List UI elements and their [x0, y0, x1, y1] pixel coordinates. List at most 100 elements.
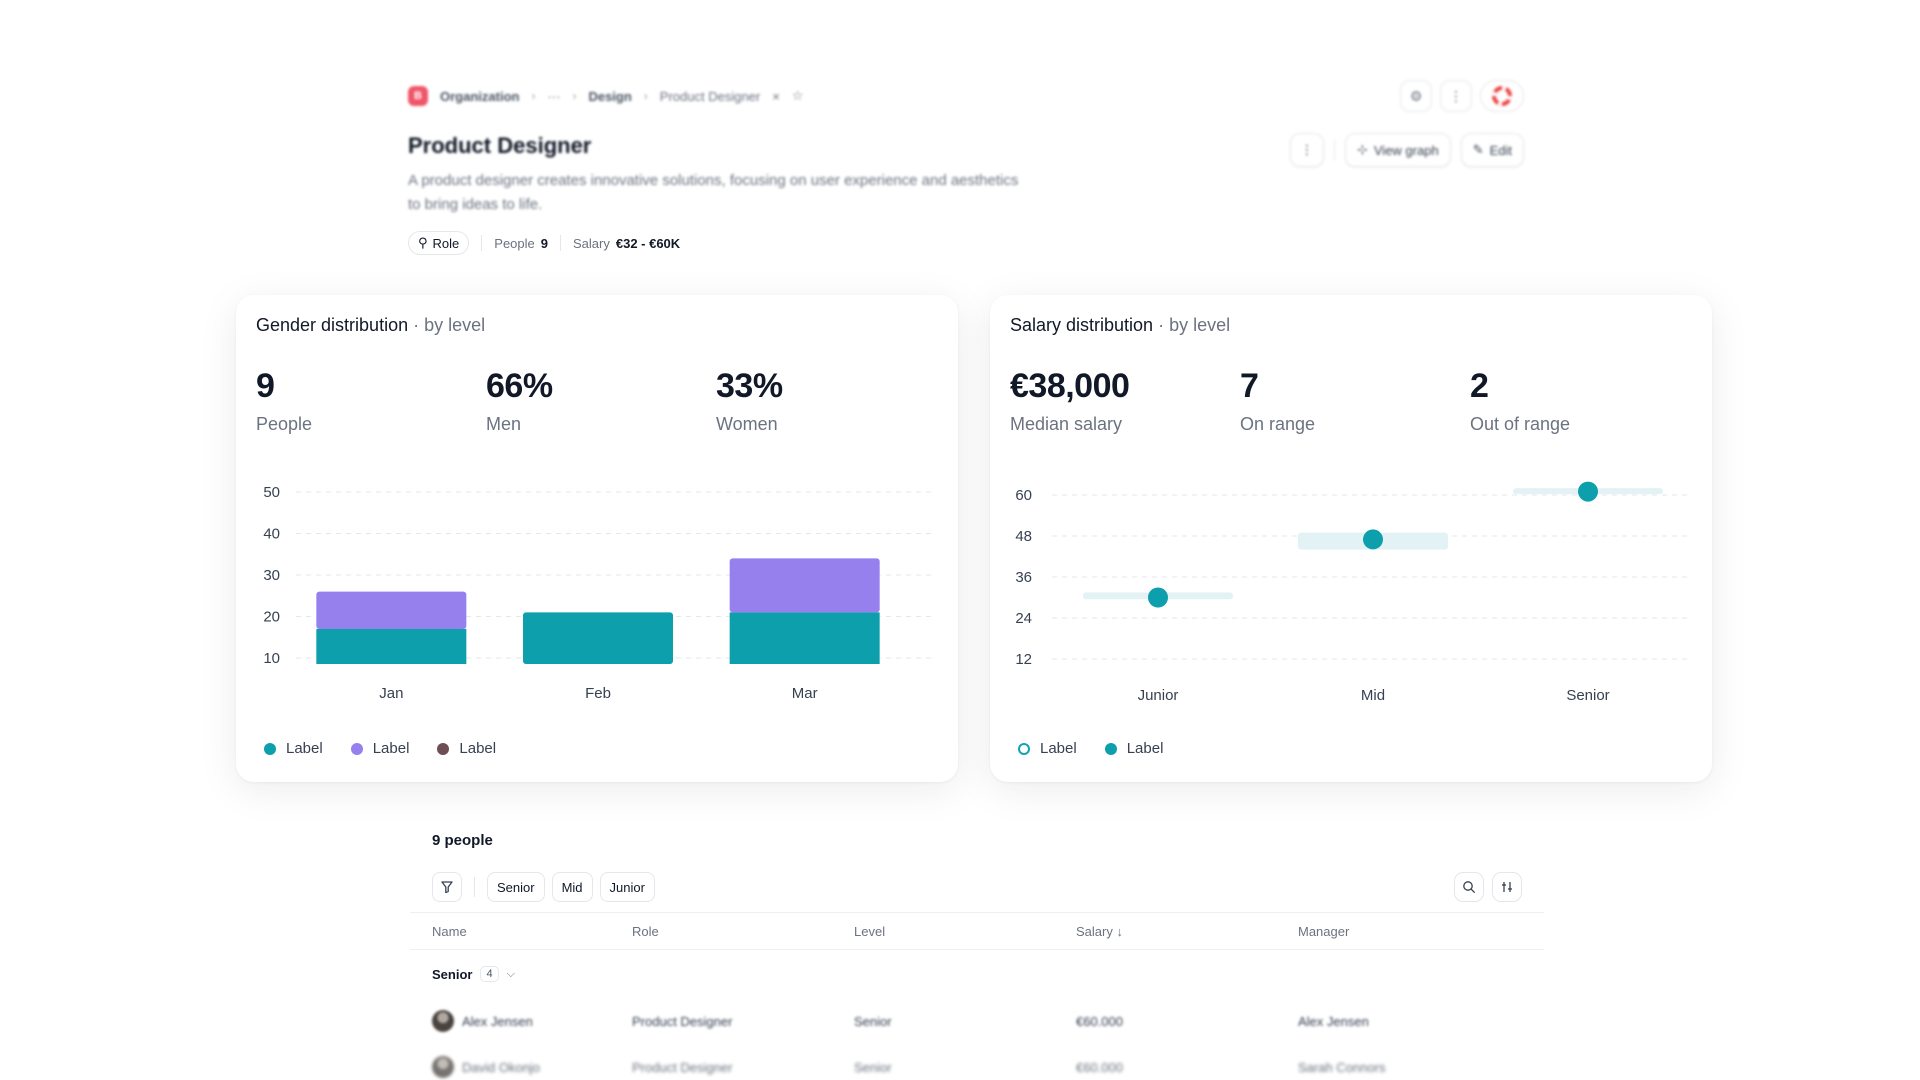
salary-stats: €38,000 Median salary 7 On range 2 Out o…	[1010, 367, 1700, 435]
header-actions: ⋮ ⊹ View graph ✎ Edit	[1289, 133, 1524, 167]
edit-label: Edit	[1489, 142, 1512, 158]
salary-value: €32 - €60K	[615, 235, 681, 251]
filter-icon[interactable]	[432, 872, 462, 902]
org-logo[interactable]: B	[408, 86, 428, 106]
group-row-senior[interactable]: Senior 4 ⌵	[410, 950, 1544, 998]
help-lifebuoy-icon[interactable]	[1480, 80, 1524, 112]
filter-chip-senior[interactable]: Senior	[487, 872, 545, 902]
stat-on-range: 7 On range	[1240, 367, 1470, 435]
filter-chip-mid[interactable]: Mid	[551, 872, 593, 902]
avatar	[432, 1010, 454, 1032]
cell-role: Product Designer	[632, 1059, 733, 1075]
adjustments-icon[interactable]	[1492, 872, 1522, 902]
stat-men: 66% Men	[486, 367, 716, 435]
legend-item[interactable]: Label	[350, 740, 410, 757]
role-chip-label: Role	[432, 235, 460, 251]
chevron-right-icon: ›	[531, 89, 536, 103]
cell-salary: €60.000	[1076, 1013, 1123, 1029]
cell-manager: Alex Jensen	[1298, 1013, 1369, 1029]
legend-dot	[264, 742, 276, 755]
settings-icon[interactable]: ⚙	[1400, 80, 1432, 112]
legend-dot	[437, 742, 450, 755]
stat-out-of-range: 2 Out of range	[1470, 367, 1700, 435]
legend-label: Label	[372, 740, 410, 757]
person-name: David Okonjo	[462, 1059, 541, 1075]
chevron-right-icon: ›	[572, 89, 577, 103]
bar-segment	[316, 628, 467, 664]
x-tick-label: Junior	[1138, 687, 1179, 704]
gender-legend: Label Label Label	[264, 740, 496, 757]
table-row[interactable]: David Okonjo Product Designer Senior €60…	[410, 1044, 1544, 1080]
chevron-right-icon: ›	[643, 89, 648, 103]
legend-item[interactable]: Label	[437, 740, 496, 757]
salary-legend: Label Label	[1018, 740, 1163, 757]
column-role[interactable]: Role	[632, 924, 854, 939]
salary-card-title: Salary distribution	[1010, 315, 1154, 335]
chevron-down-icon[interactable]: ⌵	[507, 968, 515, 981]
funnel-icon	[441, 881, 453, 894]
card-title: Gender distribution · by level	[256, 315, 485, 336]
magnifier-icon	[1463, 881, 1475, 893]
gender-card-title: Gender distribution	[256, 315, 409, 335]
edit-button[interactable]: ✎ Edit	[1460, 133, 1524, 167]
group-count-badge: 4	[480, 966, 499, 982]
cell-salary: €60.000	[1076, 1059, 1123, 1075]
column-salary[interactable]: Salary ↓	[1076, 924, 1298, 939]
sliders-icon	[1502, 882, 1512, 892]
data-point	[1363, 529, 1383, 550]
role-chip[interactable]: ⚲ Role	[408, 231, 470, 255]
bar-segment	[316, 591, 467, 629]
divider	[1333, 140, 1335, 160]
breadcrumb-org[interactable]: Organization	[440, 89, 519, 104]
gender-card-subtitle: · by level	[413, 315, 486, 335]
legend-dot-outline	[1018, 742, 1030, 755]
bar-segment	[729, 558, 880, 613]
filter-chip-junior[interactable]: Junior	[599, 872, 655, 902]
people-meta: People 9	[494, 236, 548, 251]
stat-median-salary: €38,000 Median salary	[1010, 367, 1240, 435]
stat-value: 7	[1240, 367, 1259, 405]
card-title: Salary distribution · by level	[1010, 315, 1230, 336]
breadcrumb-design[interactable]: Design	[588, 89, 631, 104]
cell-name: Alex Jensen	[410, 1010, 632, 1032]
breadcrumb-current: Product Designer	[659, 88, 761, 104]
legend-item[interactable]: Label	[1018, 740, 1077, 757]
salary-distribution-card: Salary distribution · by level €38,000 M…	[990, 295, 1712, 782]
legend-item[interactable]: Label	[1104, 740, 1163, 757]
more-button[interactable]: ⋮	[1289, 133, 1324, 167]
x-tick-label: Feb	[585, 685, 611, 702]
cell-level: Senior	[854, 1013, 892, 1029]
top-bar: B Organization › ··· › Design › Product …	[408, 78, 1524, 114]
close-icon[interactable]: ×	[772, 89, 780, 104]
stat-label: Out of range	[1470, 414, 1571, 434]
breadcrumb: B Organization › ··· › Design › Product …	[408, 86, 804, 106]
column-manager[interactable]: Manager	[1298, 924, 1520, 939]
stat-label: Men	[486, 414, 522, 434]
stat-value: 9	[256, 367, 275, 405]
more-icon[interactable]: ⋮	[1440, 80, 1472, 112]
bar-segment	[729, 612, 880, 664]
cell-name: David Okonjo	[410, 1056, 632, 1078]
table-tools	[1454, 872, 1522, 902]
meta-row: ⚲ Role People 9 Salary €32 - €60K	[408, 231, 1524, 255]
column-level[interactable]: Level	[854, 924, 1076, 939]
column-name[interactable]: Name	[410, 924, 632, 939]
view-graph-label: View graph	[1373, 142, 1439, 158]
legend-label: Label	[1040, 740, 1077, 757]
stat-value: 66%	[486, 367, 553, 405]
divider	[474, 877, 475, 897]
stat-label: Women	[716, 414, 778, 434]
y-tick-label: 24	[1015, 610, 1032, 627]
breadcrumb-ellipsis[interactable]: ···	[547, 89, 560, 104]
y-tick-label: 20	[263, 609, 280, 626]
view-graph-button[interactable]: ⊹ View graph	[1344, 133, 1451, 167]
legend-item[interactable]: Label	[264, 740, 323, 757]
search-icon[interactable]	[1454, 872, 1484, 902]
people-label: People	[494, 235, 535, 251]
y-tick-label: 50	[263, 484, 280, 501]
filter-row: Senior Mid Junior	[410, 871, 1544, 903]
star-icon[interactable]: ☆	[792, 88, 804, 104]
stat-label: On range	[1240, 414, 1316, 434]
table-row[interactable]: Alex Jensen Product Designer Senior €60.…	[410, 998, 1544, 1044]
salary-card-subtitle: · by level	[1158, 315, 1231, 335]
